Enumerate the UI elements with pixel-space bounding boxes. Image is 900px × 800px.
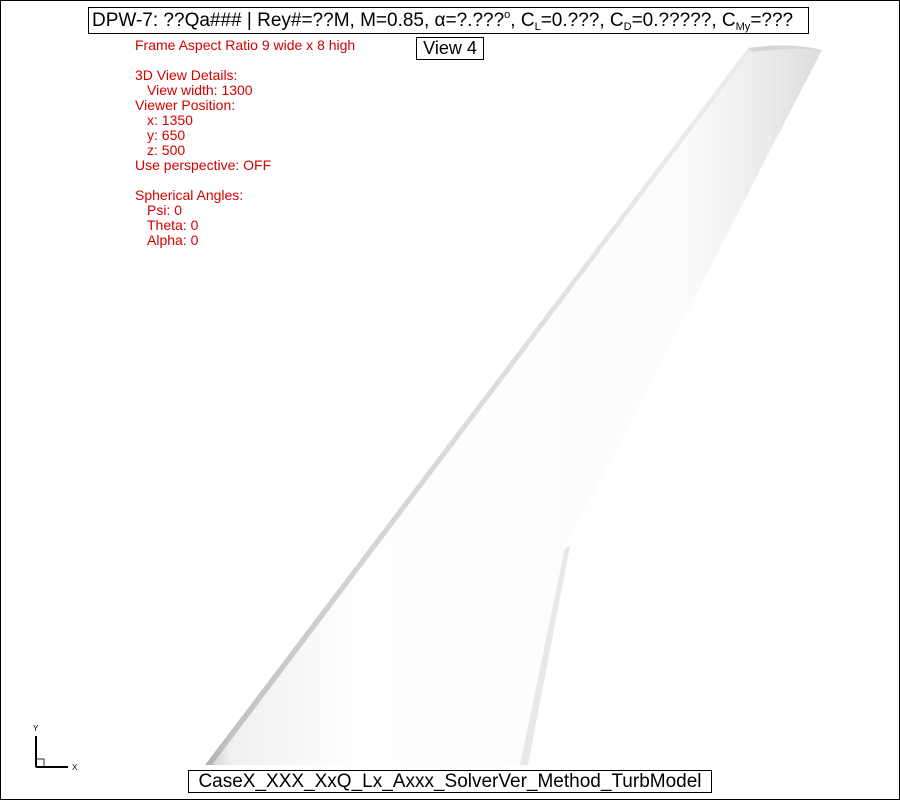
theta-text: Theta: 0 xyxy=(147,217,199,233)
viewer-y-text: y: 650 xyxy=(147,127,186,143)
title-cmy-val: =??? xyxy=(750,10,794,31)
axis-x-label: X xyxy=(72,763,78,772)
aspect-ratio-text: Frame Aspect Ratio 9 wide x 8 high xyxy=(135,37,356,53)
title-cd-sub: D xyxy=(623,21,632,33)
view-details: Frame Aspect Ratio 9 wide x 8 high 3D Vi… xyxy=(135,38,355,248)
spherical-angles-heading: Spherical Angles: xyxy=(135,187,244,203)
view-label: View 4 xyxy=(416,37,484,60)
viewer-z-text: z: 500 xyxy=(147,142,186,158)
title-cmy-sub: My xyxy=(735,21,751,33)
title-cl-val: =0.???, C xyxy=(540,10,624,31)
axis-y-label: Y xyxy=(33,724,39,733)
view-width-text: View width: 1300 xyxy=(147,82,253,98)
viewer-position-heading: Viewer Position: xyxy=(135,97,236,113)
viewer-x-text: x: 1350 xyxy=(147,112,193,128)
case-label: CaseX_XXX_XxQ_Lx_Axxx_SolverVer_Method_T… xyxy=(188,770,712,793)
psi-text: Psi: 0 xyxy=(147,202,183,218)
axis-triad-icon: Y X xyxy=(28,722,88,777)
view-details-heading: 3D View Details: xyxy=(135,67,238,83)
perspective-text: Use perspective: OFF xyxy=(135,157,272,173)
alpha-text: Alpha: 0 xyxy=(147,232,199,248)
title-cd-val: =0.?????, C xyxy=(631,10,736,31)
plot-title: DPW-7: ??Qa### | Rey#=??M, M=0.85, α=?.?… xyxy=(88,7,809,34)
title-cl: , C xyxy=(510,10,535,31)
title-prefix: DPW-7: ??Qa### | Rey#=??M, M=0.85, α=?.?… xyxy=(92,10,505,31)
